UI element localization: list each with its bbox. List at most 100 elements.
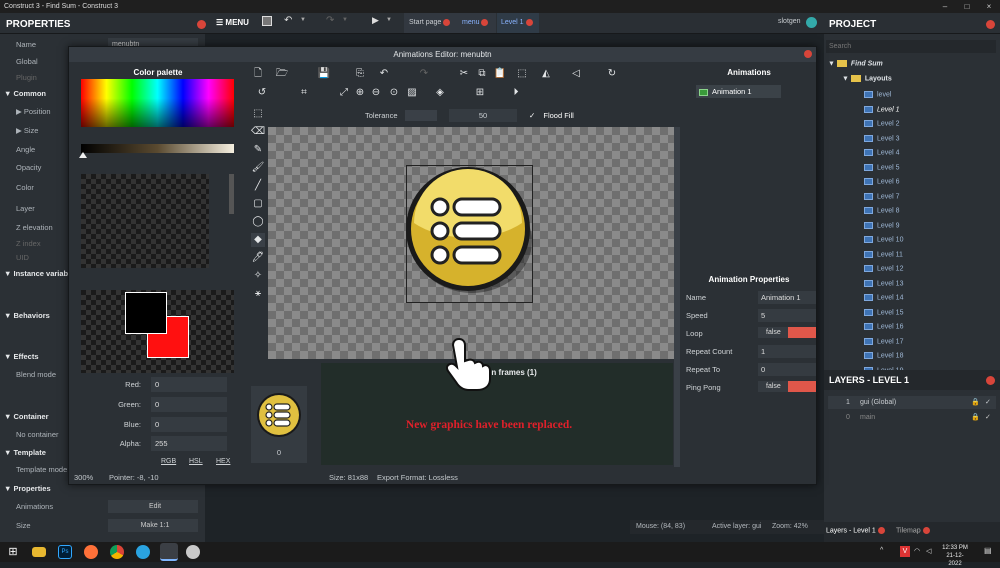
close-tab-icon[interactable] xyxy=(525,18,533,26)
layout-item[interactable]: Level 6 xyxy=(864,178,900,185)
lock-icon[interactable]: 🔒 xyxy=(971,411,980,424)
flip-horizontal-icon[interactable]: ◭ xyxy=(539,67,553,81)
firefox-icon[interactable] xyxy=(84,545,98,559)
frame-thumbnail[interactable]: 0 xyxy=(251,386,307,463)
layout-item[interactable]: Level 1 xyxy=(864,105,900,113)
flip-vertical-icon[interactable]: ◁ xyxy=(569,67,583,81)
layout-item[interactable]: Level 14 xyxy=(864,294,903,301)
undo-icon[interactable]: ↶ xyxy=(377,67,391,81)
section-common[interactable]: ▼ Common xyxy=(4,89,46,98)
section-container[interactable]: ▼ Container xyxy=(4,412,49,421)
layout-item[interactable]: Level 18 xyxy=(864,352,903,359)
close-tab-icon[interactable] xyxy=(922,527,930,534)
redo-icon[interactable]: ↷ xyxy=(417,67,431,81)
section-effects[interactable]: ▼ Effects xyxy=(4,352,39,361)
wifi-icon[interactable]: ◠ xyxy=(914,547,920,555)
visible-check-icon[interactable]: ✓ xyxy=(985,411,991,424)
save-icon[interactable]: 💾 xyxy=(317,67,331,81)
layer-row-gui[interactable]: 1 gui (Global) 🔒 ✓ xyxy=(828,396,996,409)
layout-item[interactable]: Level 9 xyxy=(864,221,900,229)
layout-item[interactable]: Level 7 xyxy=(864,192,900,200)
zoom-in-icon[interactable]: ⊕ xyxy=(353,86,367,100)
cut-icon[interactable]: ✂ xyxy=(457,67,471,81)
menu-button[interactable]: ☰ MENU xyxy=(216,18,249,27)
save-icon[interactable] xyxy=(262,16,272,26)
image-icon[interactable]: ▨ xyxy=(405,86,419,100)
tab-menu[interactable]: menu xyxy=(458,13,496,33)
zoom-reset-icon[interactable]: ⊙ xyxy=(387,86,401,100)
tolerance-input[interactable]: 50 xyxy=(449,109,517,122)
crop-icon[interactable]: ⌗ xyxy=(297,86,311,100)
ping-pong-toggle[interactable]: false xyxy=(758,381,816,392)
clock[interactable]: 12:33 PM 21-12-2022 xyxy=(940,544,970,568)
layout-item[interactable]: Level 16 xyxy=(864,323,903,330)
layout-item[interactable]: Level 3 xyxy=(864,134,900,142)
redo-icon[interactable]: ↷ xyxy=(326,15,334,26)
new-file-icon[interactable]: 🗋 xyxy=(251,67,265,81)
layout-item[interactable]: Level 5 xyxy=(864,163,900,171)
telegram-icon[interactable] xyxy=(136,545,150,559)
shade-slider[interactable] xyxy=(81,144,234,153)
close-panel-icon[interactable] xyxy=(986,20,995,29)
close-dialog-icon[interactable] xyxy=(804,50,812,58)
section-template[interactable]: ▼ Template xyxy=(4,448,46,457)
undo-icon[interactable]: ↶ xyxy=(284,15,292,26)
app-icon[interactable] xyxy=(186,545,200,559)
visible-check-icon[interactable]: ✓ xyxy=(985,396,991,409)
minimize-button[interactable]: – xyxy=(934,0,956,13)
tab-level-1[interactable]: Level 1 xyxy=(497,13,539,33)
photoshop-icon[interactable]: Ps xyxy=(58,545,72,559)
color-picker-icon[interactable]: 🖊 xyxy=(251,251,265,265)
layout-item[interactable]: level xyxy=(864,91,891,98)
chevron-down-icon[interactable]: ▼ xyxy=(300,17,306,23)
tab-start-page[interactable]: Start page xyxy=(404,13,458,33)
construct-icon[interactable] xyxy=(160,543,178,561)
ellipse-icon[interactable]: ◯ xyxy=(251,215,265,229)
zoom-out-icon[interactable]: ⊖ xyxy=(369,86,383,100)
notifications-icon[interactable]: ▤ xyxy=(984,546,992,555)
prop-position[interactable]: ▶ Position xyxy=(16,107,51,116)
close-tab-icon[interactable] xyxy=(443,18,451,26)
layout-item[interactable]: Level 2 xyxy=(864,120,900,127)
slider-handle-icon[interactable] xyxy=(79,152,87,158)
origin-point-icon[interactable]: ✧ xyxy=(251,269,265,283)
section-properties[interactable]: ▼ Properties xyxy=(4,484,51,493)
grid-icon[interactable]: ⊞ xyxy=(473,86,487,100)
eraser-icon[interactable]: ⌫ xyxy=(251,125,265,139)
pencil-icon[interactable]: ✎ xyxy=(251,143,265,157)
layout-item[interactable]: Level 12 xyxy=(864,265,903,272)
user-name[interactable]: slotgen xyxy=(778,18,801,25)
section-instance-variables[interactable]: ▼ Instance variab xyxy=(4,269,68,278)
close-tab-icon[interactable] xyxy=(877,527,885,534)
tray-app-icon[interactable]: V xyxy=(900,546,910,557)
chrome-icon[interactable] xyxy=(110,545,124,559)
select-all-icon[interactable]: ⬚ xyxy=(515,67,529,81)
layout-item[interactable]: Level 17 xyxy=(864,337,903,345)
tab-tilemap[interactable]: Tilemap xyxy=(896,527,930,534)
resize-icon[interactable]: ⤢ xyxy=(337,86,351,100)
maximize-button[interactable]: □ xyxy=(956,0,978,13)
file-explorer-icon[interactable] xyxy=(32,547,46,557)
red-input[interactable]: 0 xyxy=(151,377,227,392)
layout-item[interactable]: Level 8 xyxy=(864,207,900,214)
export-icon[interactable]: ⎘ xyxy=(353,67,367,81)
repeat-to-input[interactable]: 0 xyxy=(758,363,816,376)
chevron-down-icon[interactable]: ▼ xyxy=(386,17,392,23)
alpha-input[interactable]: 255 xyxy=(151,436,227,451)
green-input[interactable]: 0 xyxy=(151,397,227,412)
play-icon[interactable]: ▶ xyxy=(372,15,379,26)
fill-bucket-icon[interactable]: ◆ xyxy=(251,233,265,247)
layout-item[interactable]: Level 13 xyxy=(864,279,903,287)
project-search-input[interactable]: Search xyxy=(826,40,996,53)
swatch-grid[interactable] xyxy=(81,174,209,268)
volume-icon[interactable]: ◁ xyxy=(926,547,931,555)
layers-icon[interactable]: ◈ xyxy=(433,86,447,100)
hex-link[interactable]: HEX xyxy=(216,458,230,465)
line-icon[interactable]: ╱ xyxy=(251,179,265,193)
color-spectrum[interactable] xyxy=(81,79,234,127)
repeat-count-input[interactable]: 1 xyxy=(758,345,816,358)
make-1-1-button[interactable]: Make 1:1 xyxy=(108,519,198,532)
loop-toggle[interactable]: false xyxy=(758,327,816,338)
chevron-down-icon[interactable]: ▼ xyxy=(342,17,348,23)
layout-item[interactable]: Level 11 xyxy=(864,250,903,258)
